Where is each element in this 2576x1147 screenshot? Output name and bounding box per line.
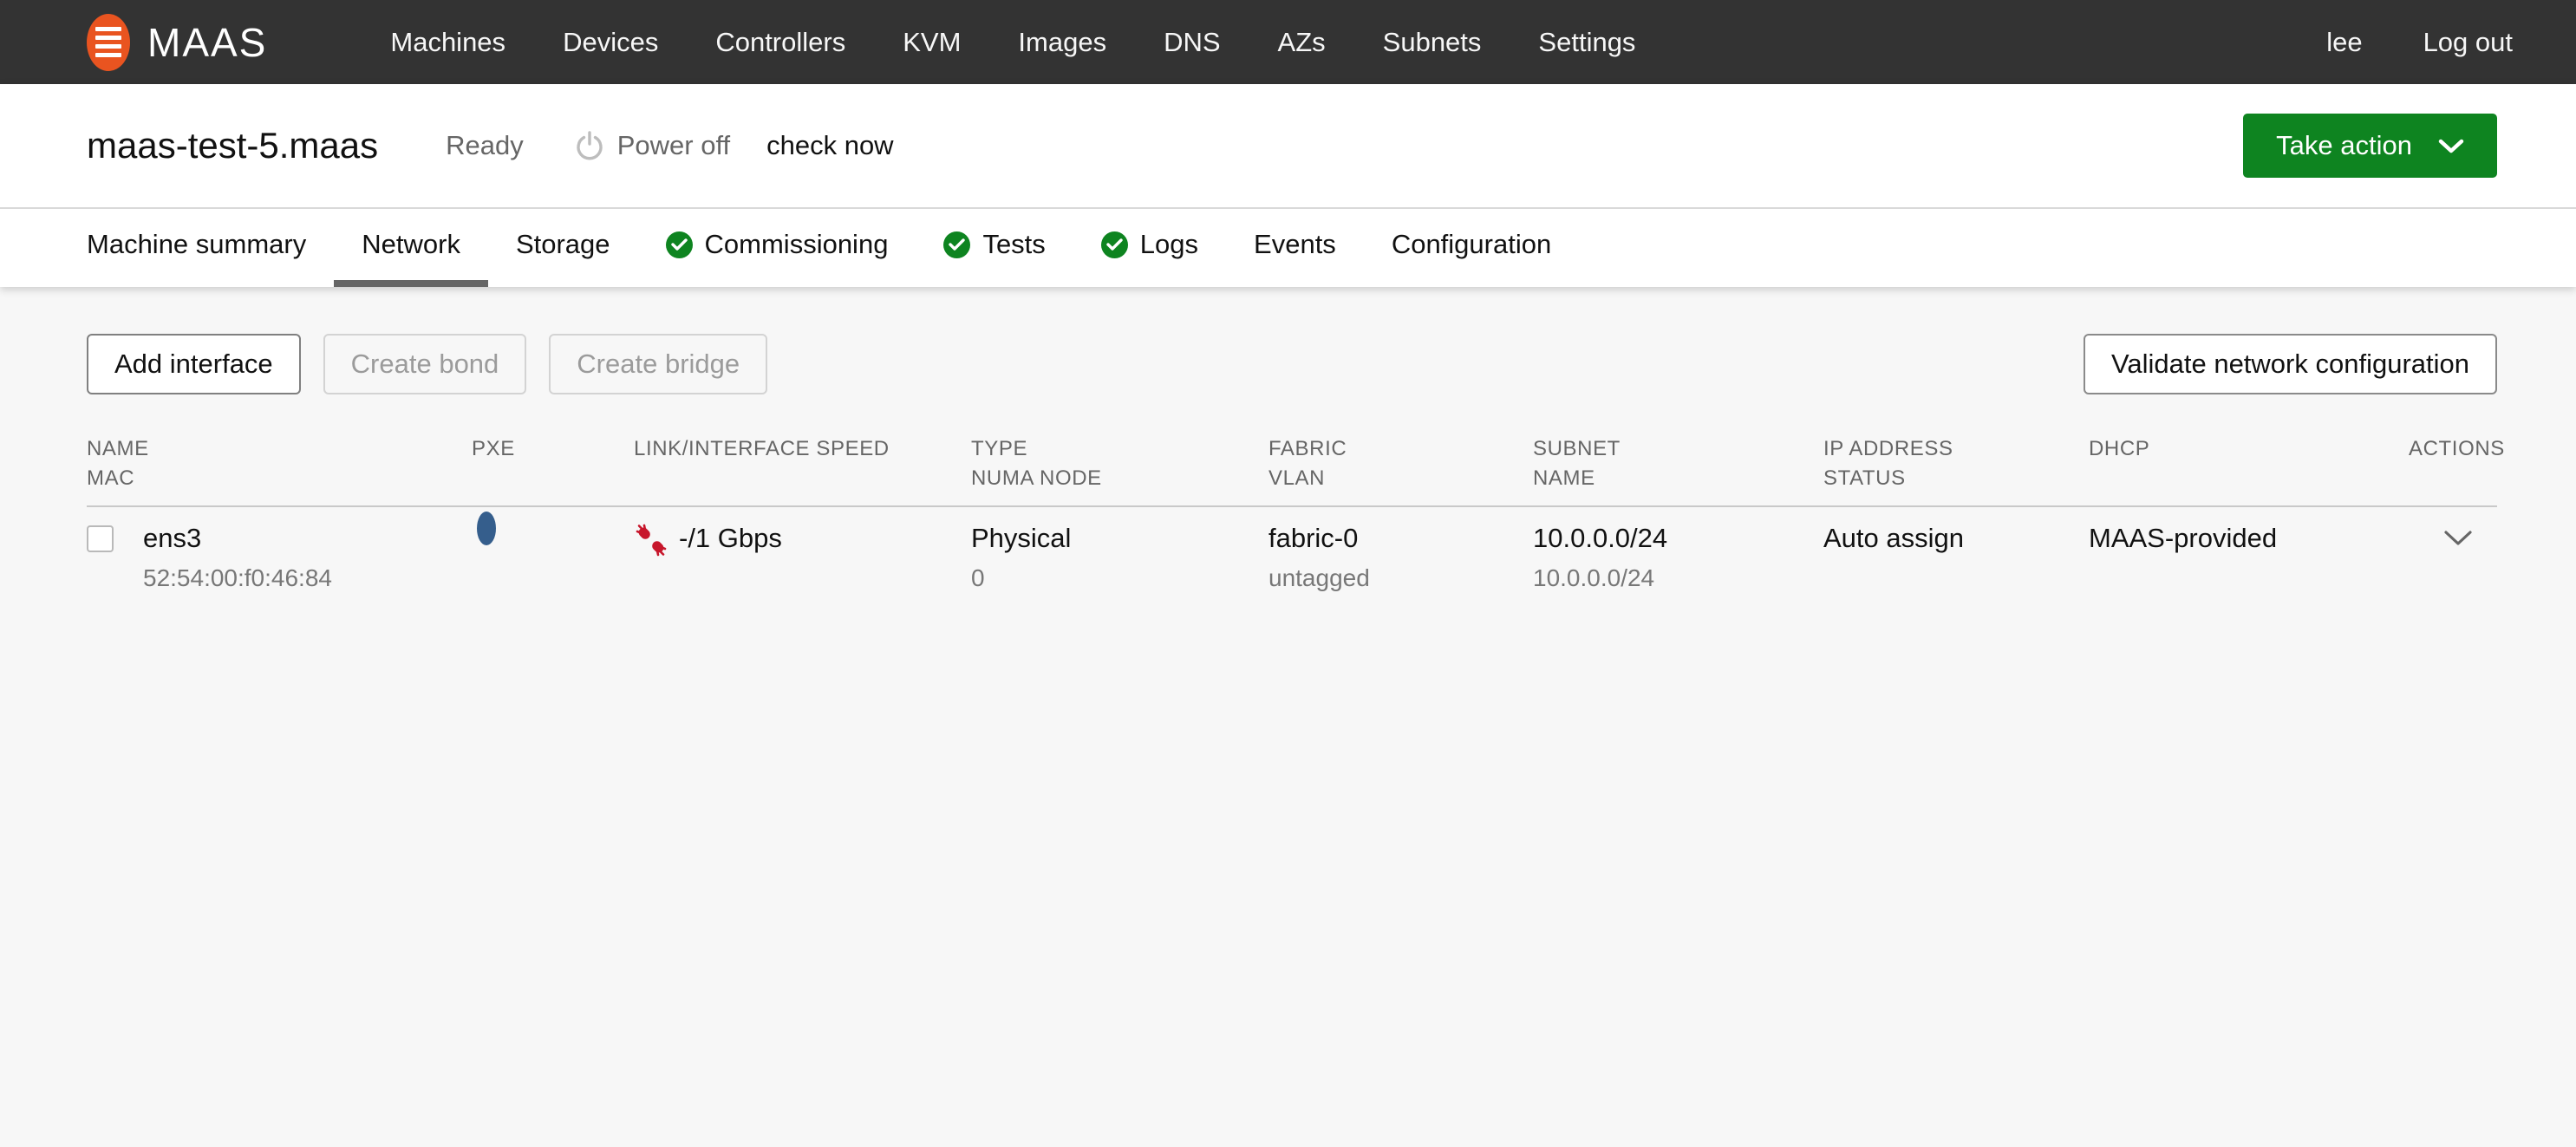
tab-machine-summary[interactable]: Machine summary [59, 209, 334, 287]
tab-label: Machine summary [87, 229, 306, 260]
check-circle-icon [943, 231, 970, 258]
nav-item-devices[interactable]: Devices [563, 27, 658, 58]
interface-mac: 52:54:00:f0:46:84 [143, 563, 332, 594]
interface-name-block: ens3 52:54:00:f0:46:84 [143, 521, 332, 594]
nav-item-kvm[interactable]: KVM [903, 27, 961, 58]
tab-label: Events [1254, 229, 1336, 260]
col-header-name-mac: NAMEMAC [87, 434, 472, 493]
chevron-down-icon [2438, 138, 2464, 154]
ip-cell: Auto assign [1823, 521, 2089, 594]
col-header-pxe: PXE [472, 434, 634, 493]
nav-item-dns[interactable]: DNS [1164, 27, 1220, 58]
pxe-cell [472, 521, 634, 594]
nav-item-azs[interactable]: AZs [1278, 27, 1326, 58]
take-action-button[interactable]: Take action [2243, 114, 2497, 178]
col-header-link-speed: LINK/INTERFACE SPEED [634, 434, 971, 493]
tab-label: Commissioning [705, 229, 889, 260]
machine-status: Ready [446, 130, 524, 161]
add-interface-button[interactable]: Add interface [87, 334, 301, 394]
link-speed-cell: -/1 Gbps [634, 521, 971, 594]
subnet-cidr: 10.0.0.0/24 [1533, 521, 1823, 556]
tab-network[interactable]: Network [334, 209, 488, 287]
maas-logo-icon [87, 14, 130, 71]
dhcp-value: MAAS-provided [2089, 521, 2409, 556]
ip-status: Auto assign [1823, 521, 2089, 556]
nav-menu: Machines Devices Controllers KVM Images … [390, 27, 1635, 58]
machine-header: maas-test-5.maas Ready Power off check n… [0, 84, 2576, 287]
col-header-dhcp: DHCP [2089, 434, 2409, 493]
nav-right: lee Log out [2326, 27, 2513, 58]
subnet-cell: 10.0.0.0/24 10.0.0.0/24 [1533, 521, 1823, 594]
network-toolbar: Add interface Create bond Create bridge … [87, 334, 2497, 394]
logout-link[interactable]: Log out [2423, 27, 2513, 58]
title-row: maas-test-5.maas Ready Power off check n… [0, 84, 2576, 209]
power-icon [574, 130, 605, 161]
row-actions-chevron-icon[interactable] [2443, 530, 2473, 547]
link-broken-icon [634, 523, 668, 557]
pxe-indicator-icon [477, 512, 496, 545]
name-cell: ens3 52:54:00:f0:46:84 [87, 521, 472, 594]
col-header-actions: ACTIONS [2409, 434, 2505, 493]
row-checkbox[interactable] [87, 525, 114, 552]
create-bond-button[interactable]: Create bond [323, 334, 527, 394]
nav-item-controllers[interactable]: Controllers [715, 27, 845, 58]
tab-commissioning[interactable]: Commissioning [638, 209, 916, 287]
tab-label: Logs [1140, 229, 1198, 260]
tab-label: Network [362, 229, 460, 260]
validate-network-configuration-button[interactable]: Validate network configuration [2084, 334, 2497, 394]
col-header-fabric-vlan: FABRICVLAN [1268, 434, 1533, 493]
actions-cell [2409, 521, 2497, 594]
tab-configuration[interactable]: Configuration [1364, 209, 1579, 287]
fabric-cell: fabric-0 untagged [1268, 521, 1533, 594]
fabric-name: fabric-0 [1268, 521, 1533, 556]
tab-tests[interactable]: Tests [916, 209, 1073, 287]
type-cell: Physical 0 [971, 521, 1268, 594]
maas-brand[interactable]: MAAS [87, 14, 267, 71]
table-row: ens3 52:54:00:f0:46:84 [87, 507, 2497, 594]
col-header-type-numa: TYPENUMA NODE [971, 434, 1268, 493]
col-header-ip-status: IP ADDRESSSTATUS [1823, 434, 2089, 493]
top-navbar: MAAS Machines Devices Controllers KVM Im… [0, 0, 2576, 84]
machine-tabs: Machine summary Network Storage Commissi… [0, 209, 2576, 287]
col-header-subnet-name: SUBNETNAME [1533, 434, 1823, 493]
tab-label: Storage [516, 229, 610, 260]
power-label: Power off [617, 130, 730, 161]
interface-name: ens3 [143, 521, 332, 556]
interface-speed: -/1 Gbps [679, 521, 782, 556]
dhcp-cell: MAAS-provided [2089, 521, 2409, 594]
numa-node: 0 [971, 563, 1268, 594]
nav-item-machines[interactable]: Machines [390, 27, 505, 58]
tab-logs[interactable]: Logs [1073, 209, 1226, 287]
subnet-name: 10.0.0.0/24 [1533, 563, 1823, 594]
nav-item-images[interactable]: Images [1018, 27, 1106, 58]
network-content: Add interface Create bond Create bridge … [0, 287, 2576, 594]
nav-item-settings[interactable]: Settings [1538, 27, 1635, 58]
tab-label: Configuration [1392, 229, 1551, 260]
power-status: Power off [574, 130, 730, 161]
check-circle-icon [666, 231, 693, 258]
tab-label: Tests [982, 229, 1045, 260]
user-menu[interactable]: lee [2326, 27, 2362, 58]
tab-storage[interactable]: Storage [488, 209, 638, 287]
page-title: maas-test-5.maas [87, 125, 378, 166]
interfaces-table: NAMEMAC PXE LINK/INTERFACE SPEED TYPENUM… [87, 434, 2497, 594]
check-power-now-link[interactable]: check now [766, 130, 893, 161]
create-bridge-button[interactable]: Create bridge [549, 334, 767, 394]
check-circle-icon [1101, 231, 1128, 258]
vlan-name: untagged [1268, 563, 1533, 594]
interface-type: Physical [971, 521, 1268, 556]
take-action-label: Take action [2276, 130, 2412, 161]
brand-name: MAAS [147, 19, 267, 66]
tab-events[interactable]: Events [1226, 209, 1364, 287]
table-header-row: NAMEMAC PXE LINK/INTERFACE SPEED TYPENUM… [87, 434, 2497, 507]
nav-item-subnets[interactable]: Subnets [1383, 27, 1482, 58]
